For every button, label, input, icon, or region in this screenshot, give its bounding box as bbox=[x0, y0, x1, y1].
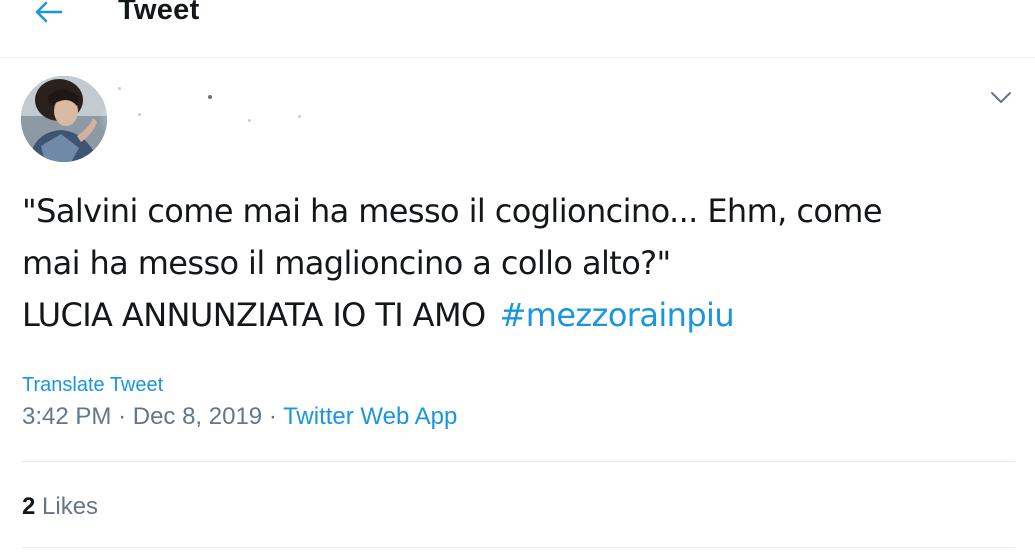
back-button[interactable] bbox=[28, 0, 68, 30]
tweet-text: "Salvini come mai ha messo il coglioncin… bbox=[22, 185, 1022, 341]
tweet-author-row bbox=[0, 59, 1035, 169]
likes-count: 2 bbox=[22, 493, 36, 520]
divider bbox=[22, 547, 1015, 548]
tweet-text-line: "Salvini come mai ha messo il coglioncin… bbox=[22, 192, 883, 230]
tweet-text-line: LUCIA ANNUNZIATA IO TI AMO #mezzorainpiu bbox=[22, 289, 1022, 341]
page-title: Tweet bbox=[118, 0, 200, 26]
likes-button[interactable]: 2 Likes bbox=[22, 493, 98, 521]
tweet-date[interactable]: Dec 8, 2019 bbox=[133, 403, 262, 430]
tweet-menu-button[interactable] bbox=[986, 85, 1016, 111]
chevron-down-icon bbox=[991, 92, 1011, 103]
page-header: Tweet bbox=[0, 0, 1035, 58]
hashtag-link[interactable]: #mezzorainpiu bbox=[500, 296, 735, 334]
translate-tweet-link[interactable]: Translate Tweet bbox=[22, 374, 163, 397]
arrow-left-icon bbox=[35, 1, 63, 23]
avatar[interactable] bbox=[21, 76, 107, 162]
tweet-source-link[interactable]: Twitter Web App bbox=[283, 403, 457, 430]
tweet-text-line: mai ha messo il maglioncino a collo alto… bbox=[22, 244, 671, 282]
redacted-author-name bbox=[98, 79, 368, 159]
tweet-time[interactable]: 3:42 PM bbox=[22, 403, 111, 430]
tweet-metadata: 3:42 PM · Dec 8, 2019 · Twitter Web App bbox=[22, 403, 457, 431]
meta-separator: · bbox=[268, 403, 277, 430]
tweet-text-line-content: LUCIA ANNUNZIATA IO TI AMO bbox=[22, 296, 486, 334]
likes-label: Likes bbox=[42, 493, 99, 520]
divider bbox=[22, 461, 1015, 462]
meta-separator: · bbox=[118, 403, 127, 430]
